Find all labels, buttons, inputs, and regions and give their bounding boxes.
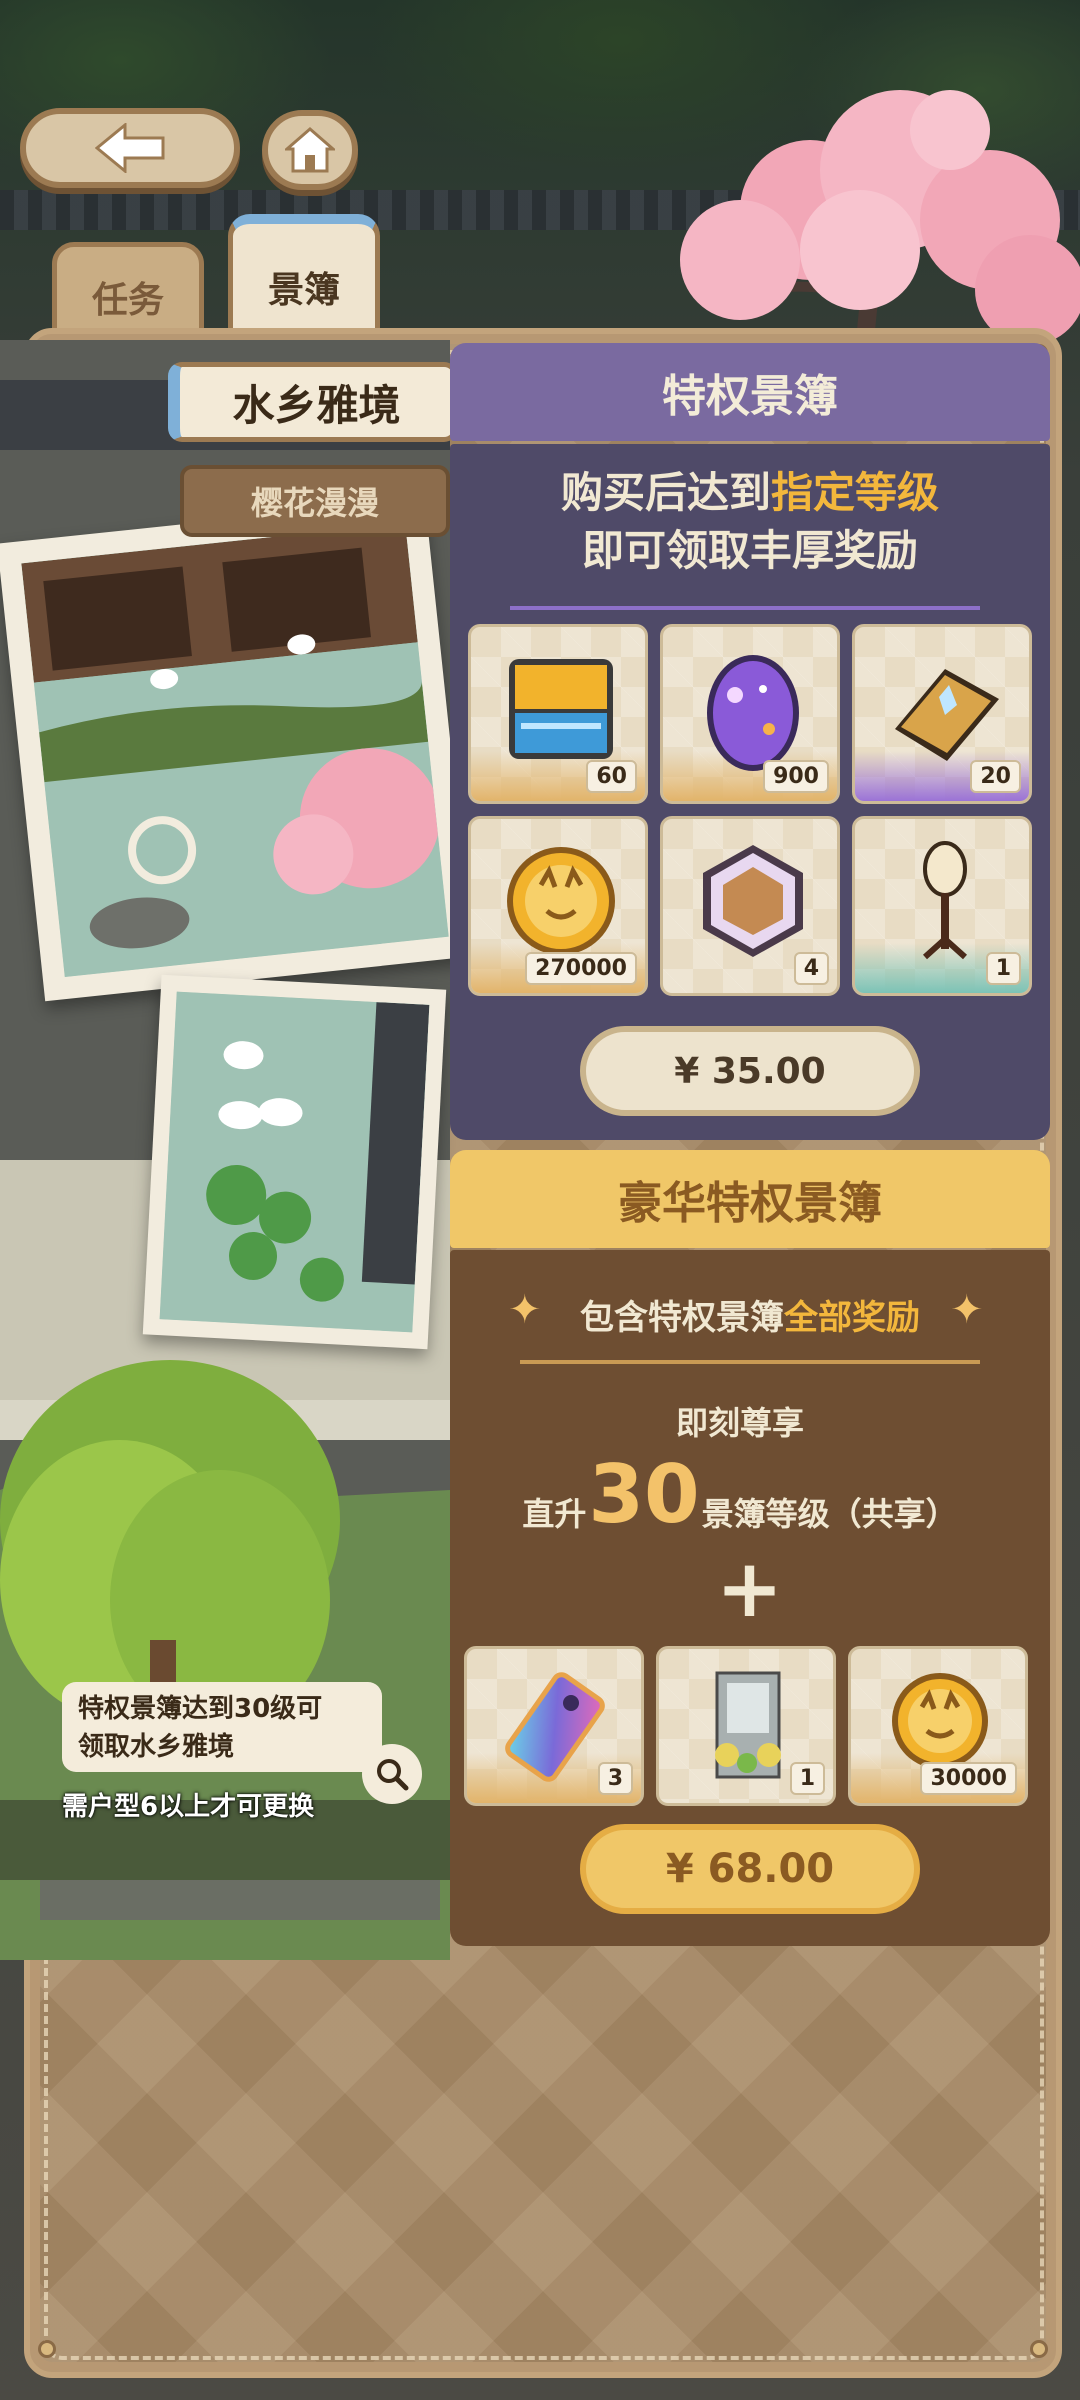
level-prefix: 直升 <box>522 1495 587 1533</box>
duck-pond-photo <box>159 991 430 1333</box>
unlock-tip-line1: 特权景簿达到30级可 <box>78 1694 323 1724</box>
willow-tree <box>0 1360 460 1920</box>
divider <box>510 606 980 610</box>
reward-item[interactable]: 900 <box>660 624 840 804</box>
desc-prefix: 购买后达到 <box>560 468 771 517</box>
scenery-photo-ducks <box>142 974 447 1350</box>
premium-pass-buy-button[interactable]: ¥ 35.00 <box>580 1026 920 1116</box>
frame-rivet <box>38 2340 56 2358</box>
reward-item[interactable]: 1 <box>656 1646 836 1806</box>
reward-item[interactable]: 60 <box>468 624 648 804</box>
desc-line2: 即可领取丰厚奖励 <box>581 526 918 575</box>
back-arrow-icon <box>95 123 165 173</box>
home-button[interactable] <box>262 110 358 190</box>
deluxe-pass-buy-button[interactable]: ¥ 68.00 <box>580 1824 920 1914</box>
gold-book-icon <box>895 669 999 761</box>
gold-coin-icon <box>507 847 615 955</box>
reward-item[interactable]: 270000 <box>468 816 648 996</box>
premium-rewards-grid: 60 900 20 270000 4 1 <box>468 624 1032 996</box>
deluxe-rewards-grid: 3 1 30000 <box>464 1646 1030 1806</box>
reward-quantity: 1 <box>789 1762 825 1795</box>
reward-quantity: 30000 <box>920 1762 1017 1795</box>
premium-pass-title: 特权景簿 <box>450 343 1050 441</box>
includes-highlight: 全部奖励 <box>784 1298 920 1338</box>
scenery-tab-sakura[interactable]: 樱花漫漫 <box>180 465 450 537</box>
deluxe-level-boost: 直升 30 景簿等级（共享） <box>515 1455 965 1535</box>
scenery-tab-water-town[interactable]: 水乡雅境 <box>168 362 458 442</box>
reward-quantity: 4 <box>793 952 829 985</box>
scenery-photo-main <box>0 498 473 1002</box>
deluxe-instant-text: 即刻尊享 <box>675 1404 804 1442</box>
deluxe-pass-title: 豪华特权景簿 <box>450 1150 1050 1248</box>
hex-frame-icon <box>703 845 803 957</box>
reward-quantity: 3 <box>597 1762 633 1795</box>
back-button[interactable] <box>20 108 240 188</box>
frame-rivet <box>1030 2340 1048 2358</box>
housetype-requirement-note: 需户型6以上才可更换 <box>62 1792 315 1822</box>
premium-pass-description: 购买后达到指定等级 即可领取丰厚奖励 <box>470 464 1030 580</box>
canal-photo <box>21 522 449 978</box>
includes-prefix: 包含特权景簿 <box>580 1298 784 1338</box>
unlock-tip-line2: 领取水乡雅境 <box>78 1732 235 1762</box>
ticket-box-icon <box>509 659 613 759</box>
reward-item[interactable]: 3 <box>464 1646 644 1806</box>
desc-highlight: 指定等级 <box>771 468 940 517</box>
reward-item[interactable]: 1 <box>852 816 1032 996</box>
deluxe-includes-text: 包含特权景簿全部奖励 <box>470 1290 1030 1339</box>
divider <box>520 1360 980 1364</box>
reward-quantity: 20 <box>970 760 1021 793</box>
reward-item[interactable]: 30000 <box>848 1646 1028 1806</box>
reward-quantity: 1 <box>985 952 1021 985</box>
reward-quantity: 60 <box>586 760 637 793</box>
reward-item[interactable]: 20 <box>852 624 1032 804</box>
home-icon <box>285 127 335 173</box>
lamp-post-icon <box>922 841 968 960</box>
reward-quantity: 900 <box>763 760 829 793</box>
level-value: 30 <box>588 1448 700 1541</box>
reward-quantity: 270000 <box>525 952 637 985</box>
plus-icon: + <box>716 1542 784 1635</box>
reward-item[interactable]: 4 <box>660 816 840 996</box>
level-suffix: 景簿等级（共享） <box>701 1495 958 1533</box>
purple-egg-icon <box>707 655 799 771</box>
unlock-tooltip: 特权景簿达到30级可 领取水乡雅境 <box>62 1682 382 1772</box>
